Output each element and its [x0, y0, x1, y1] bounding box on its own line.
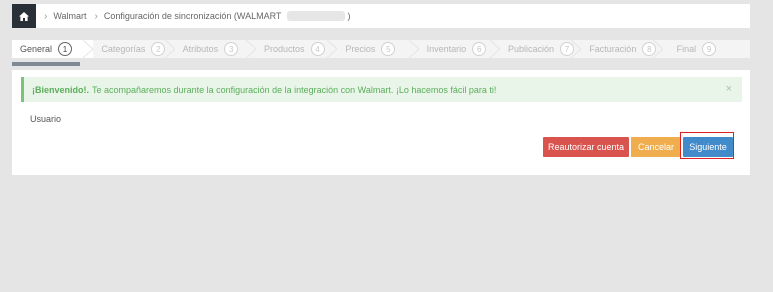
step-number: 1: [58, 42, 73, 56]
step-number: 2: [151, 42, 166, 56]
alert-title: ¡Bienvenido!.: [32, 84, 90, 95]
step-label: Precios: [345, 44, 376, 54]
home-icon[interactable]: [12, 4, 36, 28]
breadcrumb-walmart[interactable]: Walmart: [53, 11, 86, 21]
breadcrumb-current-label: Configuración de sincronización (WALMART: [103, 11, 282, 21]
step-number: 4: [310, 42, 325, 56]
breadcrumb-separator: ›: [44, 10, 48, 22]
chevron-right-icon: [408, 40, 419, 58]
step-publicacion[interactable]: Publicación 7: [500, 40, 582, 58]
step-atributos[interactable]: Atributos 3: [175, 40, 256, 58]
step-label: Facturación: [589, 44, 637, 54]
step-number: 9: [702, 42, 717, 56]
wizard-steps: General 1 Categorías 2 Atributos 3 Produ…: [12, 40, 750, 58]
step-productos[interactable]: Productos 4: [256, 40, 338, 58]
alert-message: Te acompañaremos durante la configuració…: [92, 84, 497, 95]
step-label: Productos: [263, 44, 305, 54]
step-label: Categorías: [101, 44, 146, 54]
redacted-account: [287, 11, 346, 21]
next-button[interactable]: Siguiente: [683, 137, 733, 157]
chevron-right-icon: [164, 40, 175, 58]
chevron-right-icon: [652, 40, 663, 58]
close-icon[interactable]: ×: [726, 83, 732, 95]
breadcrumb-separator: ›: [94, 10, 98, 22]
chevron-right-icon: [327, 40, 338, 58]
cancel-button[interactable]: Cancelar: [631, 137, 681, 157]
user-label: Usuario: [30, 114, 62, 124]
step-facturacion[interactable]: Facturación 8: [581, 40, 663, 58]
welcome-alert: ¡Bienvenido!. Te acompañaremos durante l…: [21, 77, 742, 102]
main-panel: ¡Bienvenido!. Te acompañaremos durante l…: [12, 70, 750, 175]
step-label: Publicación: [507, 44, 554, 54]
breadcrumb: › Walmart › Configuración de sincronizac…: [12, 4, 750, 28]
chevron-right-icon: [245, 40, 256, 58]
step-precios[interactable]: Precios 5: [337, 40, 419, 58]
chevron-right-icon: [571, 40, 582, 58]
step-final[interactable]: Final 9: [663, 40, 750, 58]
step-label: Atributos: [182, 44, 219, 54]
step-number: 3: [224, 42, 239, 56]
step-label: General: [20, 44, 53, 54]
step-number: 6: [472, 42, 487, 56]
step-label: Inventario: [426, 44, 467, 54]
step-categorias[interactable]: Categorías 2: [93, 40, 175, 58]
chevron-right-icon: [489, 40, 500, 58]
chevron-right-icon: [83, 40, 94, 58]
breadcrumb-current-close: ): [347, 11, 351, 21]
step-general[interactable]: General 1: [12, 40, 94, 58]
reauthorize-button[interactable]: Reautorizar cuenta: [543, 137, 629, 157]
step-number: 5: [381, 42, 396, 56]
wizard-progress-bar: [12, 62, 80, 66]
step-inventario[interactable]: Inventario 6: [419, 40, 500, 58]
breadcrumb-current: Configuración de sincronización (WALMART…: [103, 11, 351, 21]
step-label: Final: [676, 44, 697, 54]
